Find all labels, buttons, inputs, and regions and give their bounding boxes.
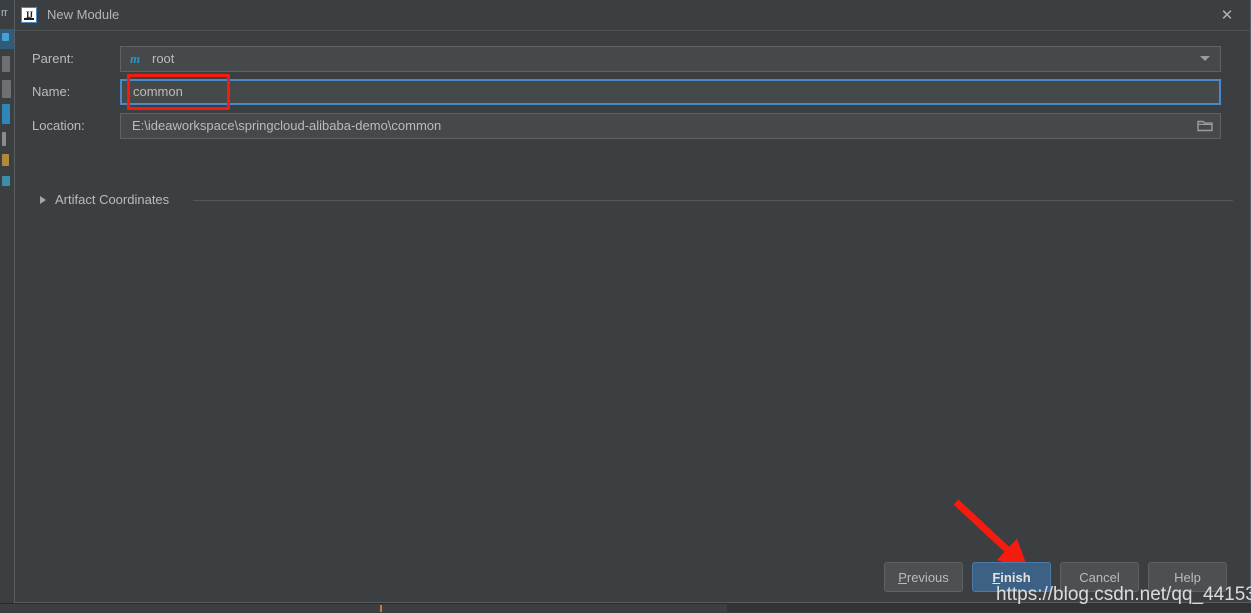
cancel-button[interactable]: Cancel <box>1060 562 1139 592</box>
previous-button-label: revious <box>906 569 949 585</box>
ide-status-bar-right <box>727 603 1251 612</box>
ide-tree-row-fragment <box>2 132 6 146</box>
artifact-coordinates-section[interactable]: Artifact Coordinates <box>15 186 1250 214</box>
triangle-right-icon[interactable] <box>40 196 46 204</box>
ide-tree-row-fragment <box>2 154 9 166</box>
intellij-idea-icon: IJ <box>21 7 37 23</box>
section-divider <box>193 200 1233 201</box>
ide-status-bar-indicator <box>380 605 382 612</box>
chevron-down-icon[interactable] <box>1200 56 1210 61</box>
ide-tree-row-fragment <box>2 104 10 124</box>
location-label: Location: <box>32 118 85 133</box>
finish-button[interactable]: Finish <box>972 562 1051 592</box>
artifact-coordinates-label: Artifact Coordinates <box>55 192 170 207</box>
folder-icon[interactable] <box>1197 119 1213 133</box>
ide-background-text-fragment: rr <box>1 7 8 19</box>
cancel-button-label: Cancel <box>1079 569 1120 585</box>
finish-button-label: inish <box>1000 569 1031 585</box>
ide-tree-row-fragment <box>2 56 10 72</box>
ide-tree-row-fragment <box>2 80 11 98</box>
finish-button-mnemonic: F <box>992 569 1001 585</box>
module-form: Parent: m root Name: common Location: E:… <box>15 31 1250 207</box>
help-button-label: Help <box>1174 569 1201 585</box>
help-button[interactable]: Help <box>1148 562 1227 592</box>
location-input-value: E:\ideaworkspace\springcloud-alibaba-dem… <box>132 118 442 133</box>
ide-row-icon-fragment <box>2 33 9 41</box>
previous-button[interactable]: Previous <box>884 562 963 592</box>
parent-value: root <box>152 51 175 66</box>
parent-combobox[interactable]: m root <box>120 46 1221 72</box>
dialog-title: New Module <box>47 7 120 22</box>
new-module-dialog: IJ New Module ✕ Parent: m root Name: com… <box>14 0 1251 603</box>
close-icon[interactable]: ✕ <box>1204 0 1250 30</box>
ide-tree-row-fragment <box>2 176 10 186</box>
dialog-button-bar: Previous Finish Cancel Help <box>15 562 1250 596</box>
parent-label: Parent: <box>32 51 74 66</box>
dialog-titlebar: IJ New Module ✕ <box>15 0 1250 31</box>
previous-button-mnemonic: P <box>898 569 907 585</box>
name-input-value: common <box>133 84 183 99</box>
location-input[interactable]: E:\ideaworkspace\springcloud-alibaba-dem… <box>120 113 1221 139</box>
maven-module-icon: m <box>130 51 141 66</box>
name-label: Name: <box>32 84 71 99</box>
ide-left-toolwindow-strip: rr <box>0 0 15 612</box>
name-input[interactable]: common <box>120 79 1221 105</box>
